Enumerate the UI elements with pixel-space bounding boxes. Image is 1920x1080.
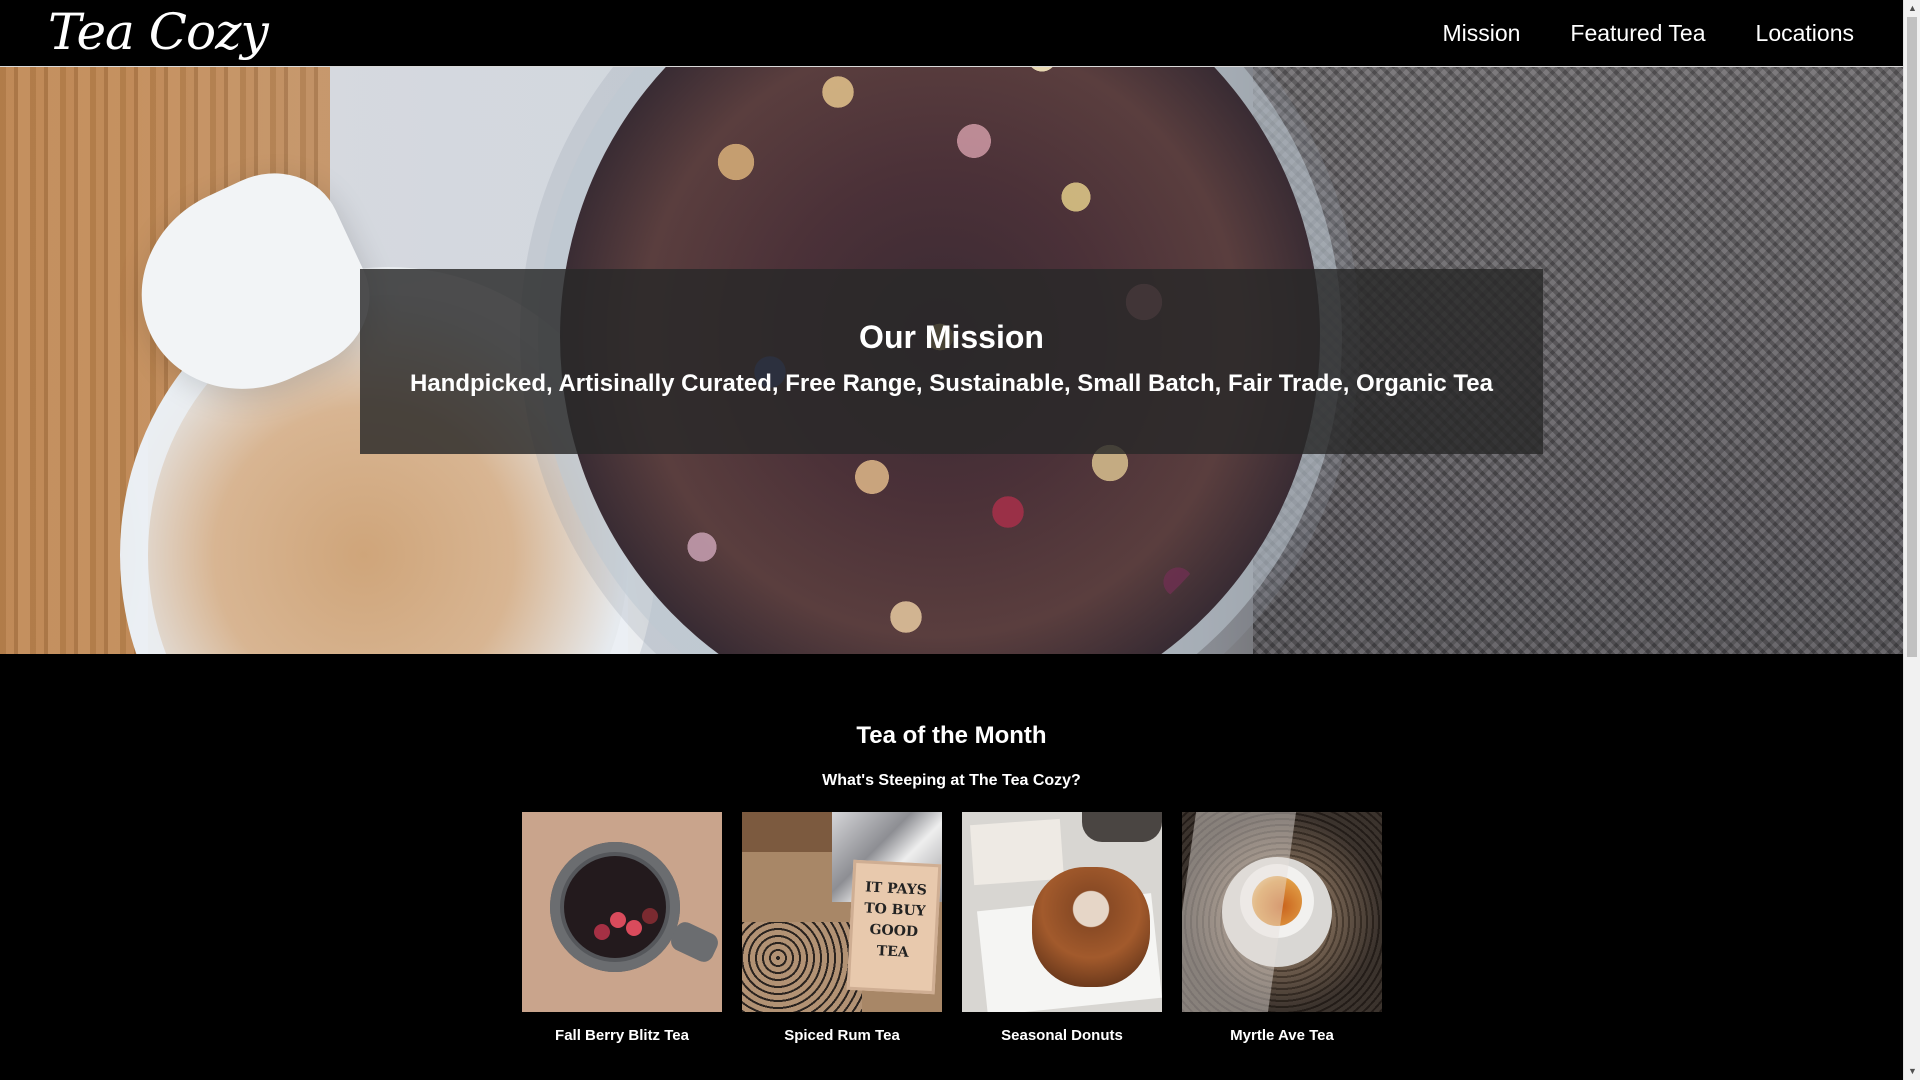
background-dish-graphic xyxy=(1082,812,1162,842)
paper-card-graphic xyxy=(970,818,1064,886)
scroll-down-icon[interactable]: ▼ xyxy=(1904,1063,1920,1080)
tea-image-donut xyxy=(962,812,1162,1012)
tea-caption: Myrtle Ave Tea xyxy=(1230,1027,1334,1044)
hero-section: Our Mission Handpicked, Artisinally Cura… xyxy=(0,67,1903,654)
tea-image-spiced-rum: IT PAYS TO BUY GOOD TEA xyxy=(742,812,942,1012)
section-subtitle: What's Steeping at The Tea Cozy? xyxy=(822,772,1081,789)
main-nav: Mission Featured Tea Locations xyxy=(1392,0,1854,67)
vertical-scrollbar[interactable]: ▲ ▼ xyxy=(1903,0,1920,1080)
mission-overlay: Our Mission Handpicked, Artisinally Cura… xyxy=(360,269,1543,454)
berry-graphic xyxy=(610,912,626,928)
tea-card[interactable]: Myrtle Ave Tea xyxy=(1182,812,1382,1046)
donut-graphic xyxy=(1032,867,1150,987)
nav-link-locations[interactable]: Locations xyxy=(1756,20,1854,47)
scroll-thumb[interactable] xyxy=(1907,17,1917,657)
nav-link-featured-tea[interactable]: Featured Tea xyxy=(1570,20,1705,47)
tea-card[interactable]: Seasonal Donuts xyxy=(962,812,1162,1046)
nav-link-mission[interactable]: Mission xyxy=(1442,20,1520,47)
site-header: Tea Cozy Mission Featured Tea Locations xyxy=(0,0,1903,67)
tea-sign: IT PAYS TO BUY GOOD TEA xyxy=(846,859,942,995)
tea-image-berry xyxy=(522,812,722,1012)
page-content: Tea Cozy Mission Featured Tea Locations … xyxy=(0,0,1903,1080)
mission-title: Our Mission xyxy=(859,319,1044,355)
section-title: Tea of the Month xyxy=(856,722,1047,749)
mission-text: Handpicked, Artisinally Curated, Free Ra… xyxy=(410,370,1493,397)
tea-caption: Spiced Rum Tea xyxy=(784,1027,900,1044)
tea-card[interactable]: IT PAYS TO BUY GOOD TEA Spiced Rum Tea xyxy=(742,812,942,1046)
berry-graphic xyxy=(594,924,610,940)
featured-tea-grid: Fall Berry Blitz Tea IT PAYS TO BUY GOOD… xyxy=(522,812,1382,1052)
tea-caption: Fall Berry Blitz Tea xyxy=(555,1027,689,1044)
berry-graphic xyxy=(642,908,658,924)
tea-caption: Seasonal Donuts xyxy=(1001,1027,1123,1044)
loose-leaves-graphic xyxy=(742,922,862,1012)
berry-graphic xyxy=(626,920,642,936)
page: Tea Cozy Mission Featured Tea Locations … xyxy=(0,0,1920,1080)
tea-liquid-graphic xyxy=(564,856,666,958)
scroll-up-icon[interactable]: ▲ xyxy=(1904,0,1920,17)
tea-image-myrtle xyxy=(1182,812,1382,1012)
tea-card[interactable]: Fall Berry Blitz Tea xyxy=(522,812,722,1046)
logo[interactable]: Tea Cozy xyxy=(48,2,269,62)
